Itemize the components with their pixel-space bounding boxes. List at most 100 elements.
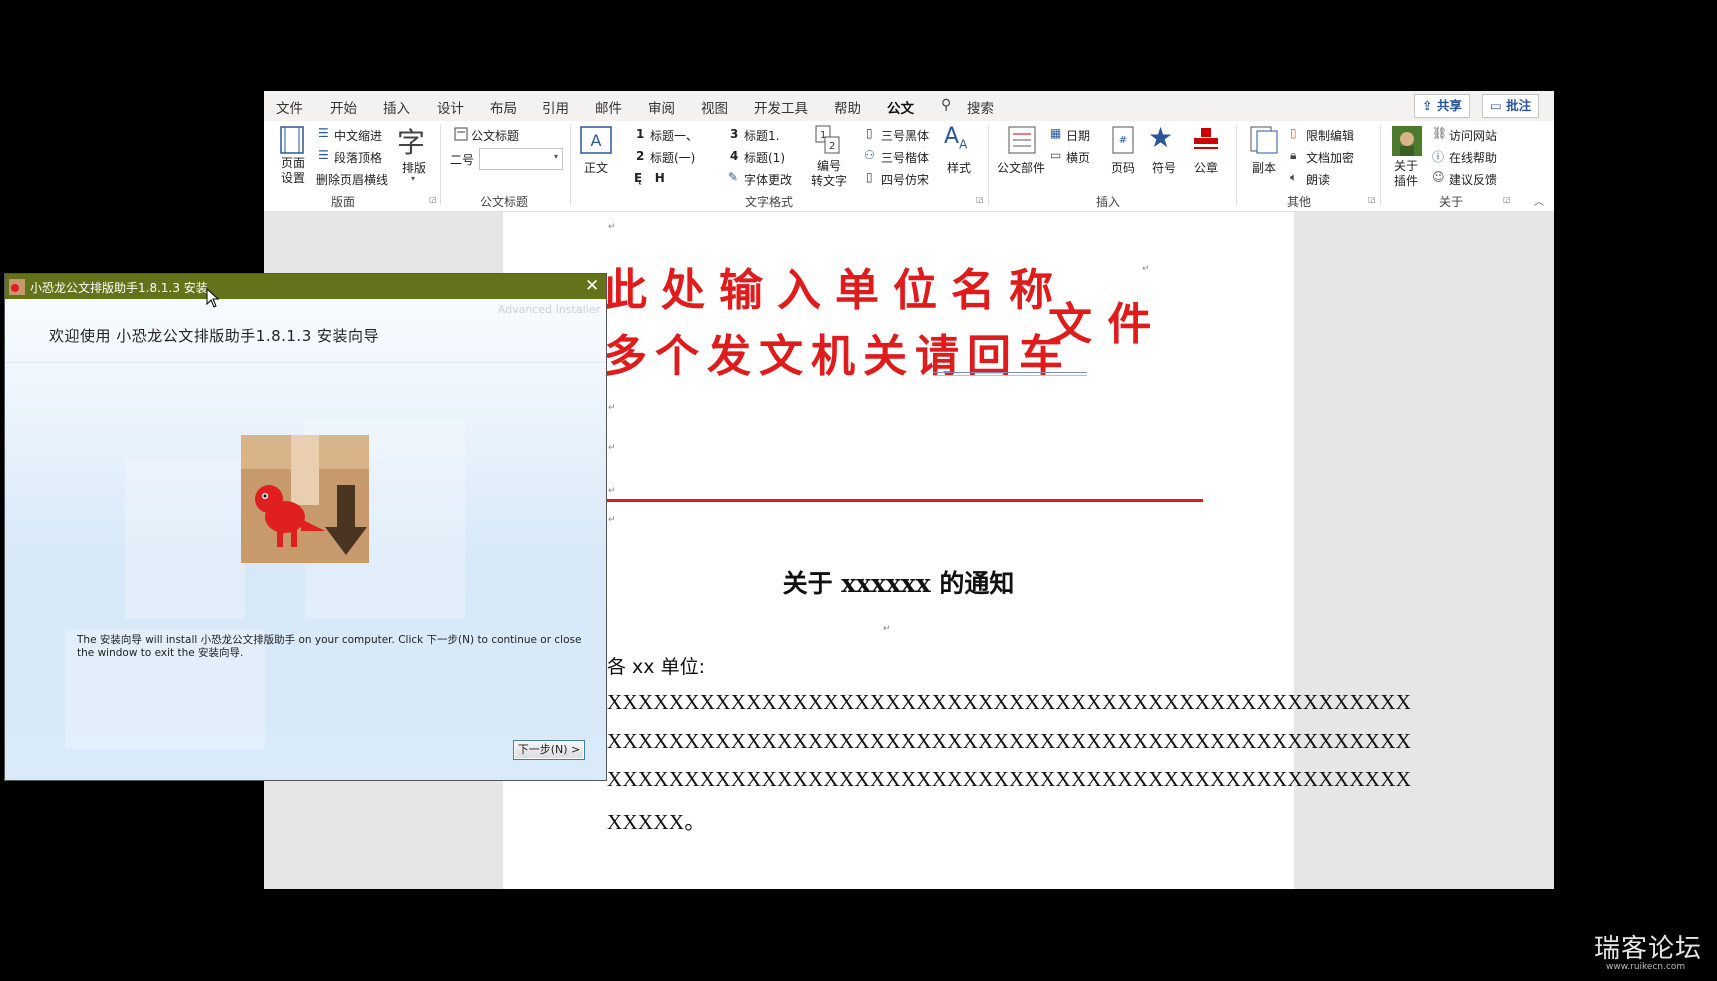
menu-bar: 文件 开始 插入 设计 布局 引用 邮件 审阅 视图 开发工具 帮助 公文 ⚲ … bbox=[264, 91, 1554, 124]
doc-icon: ▯ bbox=[866, 126, 873, 140]
tab-mailings[interactable]: 邮件 bbox=[595, 97, 622, 117]
font-change-button[interactable]: 字体更改 bbox=[744, 171, 792, 188]
font-size-label: 二号 bbox=[450, 153, 475, 167]
symbol-button[interactable]: 符号 bbox=[1152, 159, 1176, 176]
paragraph-mark: ↵ bbox=[608, 222, 616, 232]
doc-title-button[interactable]: 公文标题 bbox=[471, 127, 519, 144]
star-icon: ★ bbox=[1148, 121, 1174, 154]
collapse-ribbon-icon[interactable]: ︿ bbox=[1534, 193, 1544, 208]
tab-insert[interactable]: 插入 bbox=[383, 97, 410, 117]
font-kaiti-button[interactable]: 三号楷体 bbox=[881, 149, 929, 166]
doc-icon: ▯ bbox=[866, 170, 873, 184]
tab-file[interactable]: 文件 bbox=[276, 97, 303, 117]
heading3-button[interactable]: 标题1. bbox=[744, 127, 779, 144]
about-plugin-button[interactable]: 关于 插件 bbox=[1390, 159, 1422, 189]
close-icon[interactable]: ✕ bbox=[585, 276, 599, 296]
styles-icon: AA bbox=[944, 124, 968, 152]
paragraph-mark: ↵ bbox=[1142, 264, 1150, 274]
dialog-launcher-icon[interactable]: ◲ bbox=[1368, 195, 1376, 204]
read-aloud-button[interactable]: 朗读 bbox=[1306, 171, 1330, 188]
heading1-button[interactable]: 标题一、 bbox=[650, 127, 698, 144]
para-mark-icon[interactable]: Ę H bbox=[634, 171, 665, 185]
document-page[interactable]: ↵ 此处输入单位名称 多个发文机关请回车 文 件 ↵ ↵ ↵ ↵ ↵ 关于 xx… bbox=[503, 212, 1411, 889]
comment-button[interactable]: ▭ 批注 bbox=[1482, 94, 1540, 118]
date-button[interactable]: 日期 bbox=[1066, 127, 1090, 144]
body-line[interactable]: XXXXXXXXXXXXXXXXXXXXXXXXXXXXXXXXXXXXXXXX… bbox=[607, 729, 1411, 754]
addressee-line[interactable]: 各 xx 单位: bbox=[607, 652, 705, 679]
page-setup-icon bbox=[280, 126, 304, 154]
landscape-icon: ▭ bbox=[1050, 148, 1062, 162]
body-text-icon: A bbox=[580, 126, 612, 154]
number-to-text-icon: 1 2 bbox=[815, 125, 840, 154]
font-change-icon: ✎ bbox=[728, 170, 739, 184]
landscape-button[interactable]: 横页 bbox=[1066, 149, 1090, 166]
delete-header-line-button[interactable]: 删除页眉横线 bbox=[316, 171, 388, 188]
paragraph-top-icon: ☰ bbox=[318, 148, 329, 162]
styles-button[interactable]: 样式 bbox=[947, 159, 971, 176]
doc-parts-button[interactable]: 公文部件 bbox=[997, 159, 1045, 176]
dialog-launcher-icon[interactable]: ◲ bbox=[976, 195, 984, 204]
paragraph-top-button[interactable]: 段落顶格 bbox=[334, 149, 382, 166]
restrict-edit-button[interactable]: 限制编辑 bbox=[1306, 127, 1354, 144]
speaker-icon: 🔈︎ bbox=[1290, 170, 1298, 184]
tab-layout[interactable]: 布局 bbox=[490, 97, 517, 117]
official-seal-button[interactable]: 公章 bbox=[1194, 159, 1218, 176]
heading2-button[interactable]: 标题(一) bbox=[650, 149, 695, 166]
next-button[interactable]: 下一步(N) > bbox=[513, 740, 585, 760]
page-setup-button[interactable]: 页面 设置 bbox=[278, 156, 308, 186]
body-line[interactable]: XXXXXXXXXXXXXXXXXXXXXXXXXXXXXXXXXXXXXXXX… bbox=[607, 767, 1411, 792]
page-number-icon: # bbox=[1112, 126, 1134, 154]
encrypt-doc-button[interactable]: 文档加密 bbox=[1306, 149, 1354, 166]
group-label-text-format: 文字格式 bbox=[745, 195, 794, 209]
body-text-button[interactable]: 正文 bbox=[584, 159, 608, 176]
stamp-icon bbox=[1194, 128, 1218, 149]
number-to-text-button[interactable]: 编号 转文字 bbox=[811, 159, 847, 189]
feedback-button[interactable]: 建议反馈 bbox=[1449, 171, 1497, 188]
forum-watermark: 瑞客论坛 bbox=[1594, 934, 1703, 964]
h2-number: 2 bbox=[636, 149, 645, 163]
copy-icon bbox=[1250, 126, 1278, 154]
zh-indent-button[interactable]: 中文缩进 bbox=[334, 127, 382, 144]
paragraph-mark: ↵ bbox=[608, 403, 616, 413]
heading4-button[interactable]: 标题(1) bbox=[744, 149, 785, 166]
body-line[interactable]: XXXXX。 bbox=[607, 806, 706, 836]
paragraph-mark: ↵ bbox=[608, 486, 616, 496]
plugin-avatar-icon bbox=[1392, 126, 1422, 156]
share-button[interactable]: ⇪ 共享 bbox=[1414, 94, 1470, 118]
dialog-heading: 欢迎使用 小恐龙公文排版助手1.8.1.3 安装向导 bbox=[49, 327, 380, 345]
tab-view[interactable]: 视图 bbox=[701, 97, 728, 117]
notice-title[interactable]: 关于 xxxxxx 的通知 bbox=[503, 564, 1294, 600]
tab-references[interactable]: 引用 bbox=[542, 97, 569, 117]
page-number-button[interactable]: 页码 bbox=[1111, 159, 1135, 176]
installer-app-icon bbox=[9, 279, 25, 295]
visit-website-button[interactable]: 访问网站 bbox=[1449, 127, 1497, 144]
tab-developer[interactable]: 开发工具 bbox=[754, 97, 808, 117]
h1-number: 1 bbox=[636, 127, 645, 141]
lock-doc-icon: ▯ bbox=[1290, 126, 1297, 140]
search-label[interactable]: 搜索 bbox=[967, 97, 994, 117]
tab-help[interactable]: 帮助 bbox=[834, 97, 861, 117]
online-help-button[interactable]: 在线帮助 bbox=[1449, 149, 1497, 166]
copy-button[interactable]: 副本 bbox=[1252, 159, 1276, 176]
users-icon: ⚇ bbox=[864, 148, 875, 162]
group-label-doc-title: 公文标题 bbox=[480, 195, 529, 209]
chevron-down-icon: ▾ bbox=[553, 152, 558, 161]
installer-dialog: 小恐龙公文排版助手1.8.1.3 安装 ✕ Advanced Installer… bbox=[4, 273, 607, 781]
tab-design[interactable]: 设计 bbox=[437, 97, 464, 117]
body-line[interactable]: XXXXXXXXXXXXXXXXXXXXXXXXXXXXXXXXXXXXXXXX… bbox=[607, 690, 1411, 715]
chevron-down-icon: ▾ bbox=[411, 174, 416, 183]
dialog-launcher-icon[interactable]: ◲ bbox=[1503, 195, 1511, 204]
font-heiti-button[interactable]: 三号黑体 bbox=[881, 127, 929, 144]
search-icon[interactable]: ⚲ bbox=[941, 97, 951, 113]
dialog-launcher-icon[interactable]: ◲ bbox=[429, 195, 437, 204]
group-label-banmian: 版面 bbox=[331, 195, 356, 209]
document-word[interactable]: 文 件 bbox=[1048, 288, 1151, 352]
org-name-line1[interactable]: 此处输入单位名称 bbox=[603, 254, 1067, 318]
dialog-titlebar[interactable]: 小恐龙公文排版助手1.8.1.3 安装 ✕ bbox=[5, 274, 606, 299]
tab-review[interactable]: 审阅 bbox=[648, 97, 675, 117]
font-size-select[interactable]: ▾ bbox=[479, 148, 563, 170]
comment-icon: ▭ bbox=[1490, 98, 1507, 113]
tab-gongwen[interactable]: 公文 bbox=[887, 97, 914, 124]
font-fangsong-button[interactable]: 四号仿宋 bbox=[881, 171, 929, 188]
tab-home[interactable]: 开始 bbox=[330, 97, 357, 117]
